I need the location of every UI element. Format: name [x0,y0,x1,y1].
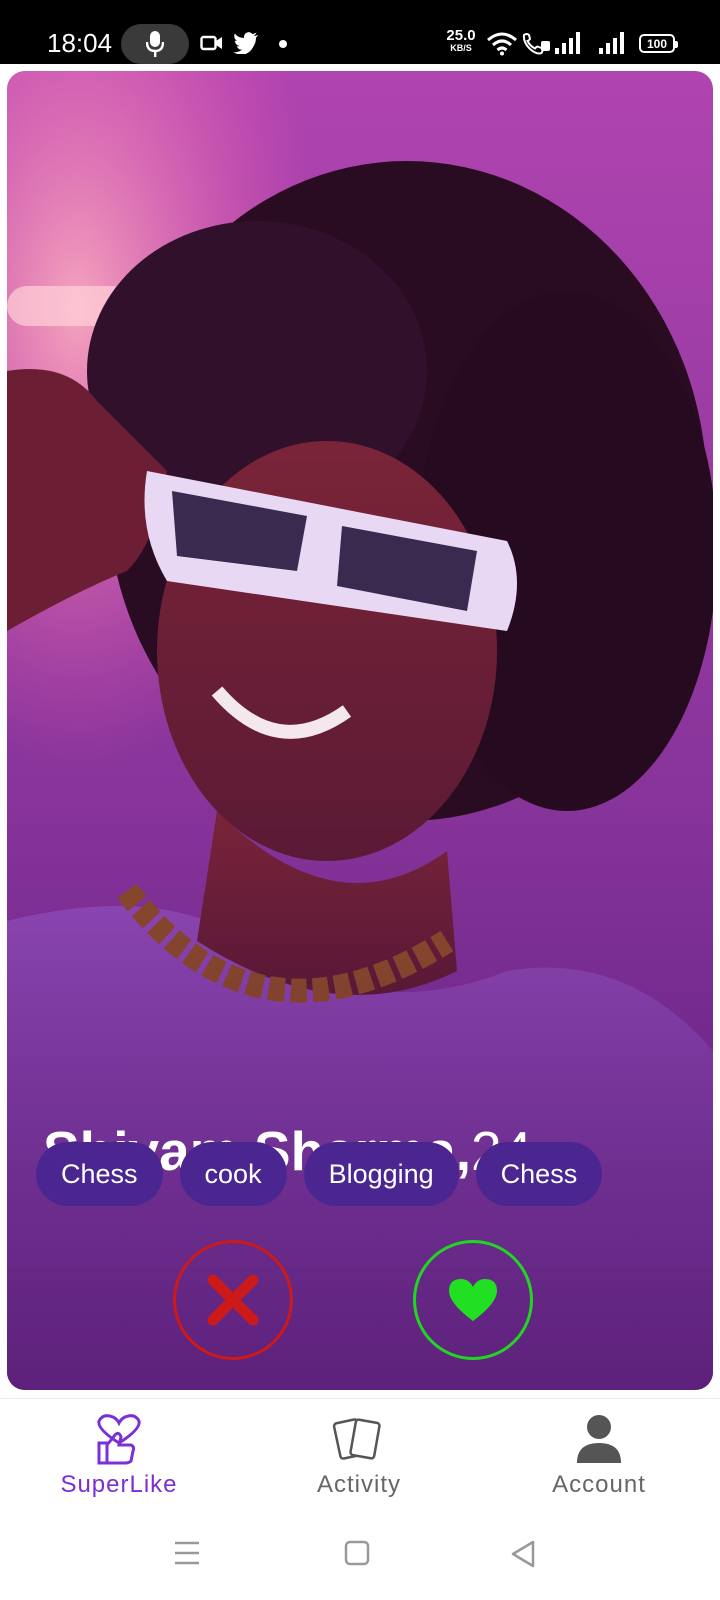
cards-icon [332,1418,381,1460]
nav-item-superlike[interactable]: SuperLike [19,1399,219,1511]
interest-tag: Chess [36,1142,163,1206]
network-speed: 25.0 KB/S [446,27,476,53]
battery-indicator: 100 [639,34,678,53]
wifi-icon [487,32,517,56]
wifi-calling-icon [522,33,550,55]
nav-label: Activity [316,1471,401,1498]
status-bar: 18:04 25.0 KB/S 100 [0,0,720,64]
back-icon[interactable] [510,1540,536,1568]
video-camera-icon [200,35,222,51]
home-icon[interactable] [344,1540,370,1566]
interest-tag: Blogging [303,1142,459,1206]
system-navigation [0,1510,720,1600]
nav-item-activity[interactable]: Activity [259,1399,459,1511]
account-icon [577,1415,621,1463]
nav-label: Account [552,1471,646,1498]
heart-icon [449,1279,497,1321]
nav-label: SuperLike [60,1471,178,1498]
signal-1-icon [555,32,580,54]
interest-tags: Chess cook Blogging Chess [36,1142,619,1206]
twitter-icon [233,32,258,54]
superlike-icon [97,1414,141,1465]
reject-button[interactable] [173,1240,293,1360]
status-time: 18:04 [47,28,113,58]
interest-tag: cook [179,1142,287,1206]
bottom-navigation: SuperLike Activity Account [0,1398,720,1510]
menu-icon[interactable] [173,1540,201,1566]
close-icon [207,1274,259,1326]
mic-indicator [121,24,189,64]
nav-item-account[interactable]: Account [499,1399,699,1511]
microphone-icon [146,31,164,57]
interest-tag: Chess [475,1142,603,1206]
like-button[interactable] [413,1240,533,1360]
signal-2-icon [599,32,624,54]
notification-dot [279,40,287,48]
